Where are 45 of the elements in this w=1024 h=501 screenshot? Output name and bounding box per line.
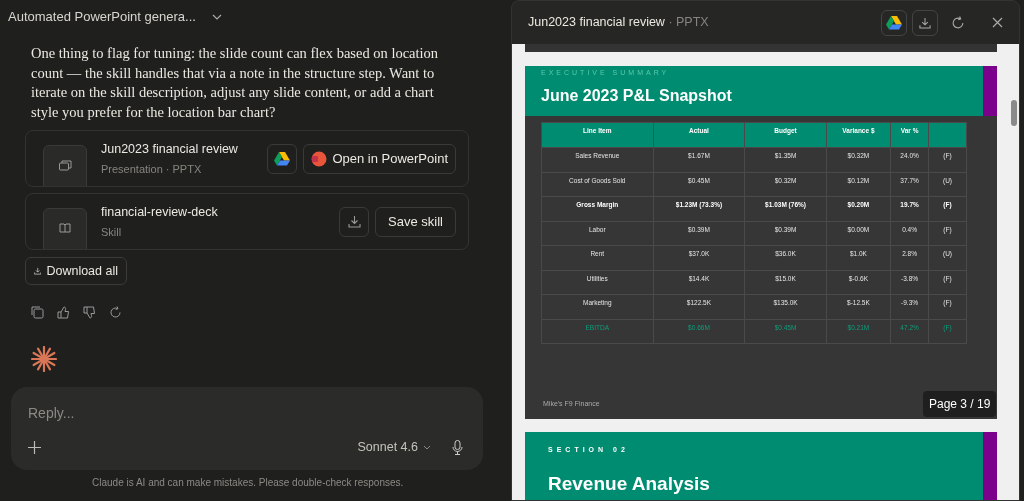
file-name: financial-review-deck <box>101 203 219 221</box>
reply-box[interactable]: Reply... Sonnet 4.6 <box>11 387 483 470</box>
page-indicator: Page 3 / 19 <box>923 391 997 417</box>
thumbs-down-icon[interactable] <box>83 306 96 319</box>
scrollbar[interactable] <box>1011 100 1017 126</box>
file-card[interactable]: Jun2023 financial review Presentation · PPTX Open in PowerPoint <box>25 130 469 187</box>
retry-icon[interactable] <box>109 306 122 319</box>
download-button[interactable] <box>912 9 938 36</box>
disclaimer-text: Claude is AI and can make mistakes. Please double-check responses. <box>92 476 405 490</box>
reply-field[interactable]: Reply... <box>28 403 466 424</box>
chevron-down-icon <box>423 444 431 450</box>
slide-title: June 2023 P&L Snapshot <box>541 85 733 106</box>
download-icon <box>919 16 931 29</box>
accent-strip <box>983 432 997 500</box>
model-selector[interactable]: Sonnet 4.6 <box>357 438 431 457</box>
message-text: One thing to flag for tuning: the slide count can flex based on location count — the skill handles that via a note in the structure step. Want to iterate on the skill description, adjust any slide content, or add a chart style you prefer for the location bar chart? <box>31 44 440 122</box>
book-icon <box>59 222 71 233</box>
download-icon <box>34 265 42 277</box>
thumbs-up-icon[interactable] <box>57 306 70 319</box>
drive-icon <box>886 15 902 30</box>
plus-icon[interactable] <box>28 440 41 454</box>
drive-button[interactable] <box>267 143 298 174</box>
drive-button[interactable] <box>881 9 907 36</box>
file-name: Jun2023 financial review <box>101 140 239 158</box>
accent-strip <box>983 66 997 116</box>
download-button[interactable] <box>339 206 370 237</box>
preview-title: Jun2023 financial review · PPTX <box>528 14 709 32</box>
refresh-icon[interactable] <box>951 15 965 30</box>
slide-title: Revenue Analysis <box>548 471 711 496</box>
save-skill-button[interactable]: Save skill <box>375 206 456 237</box>
download-icon <box>347 215 361 228</box>
drive-icon <box>274 151 291 166</box>
powerpoint-icon <box>311 150 328 167</box>
chevron-down-icon[interactable] <box>211 14 222 20</box>
copy-icon[interactable] <box>31 306 44 319</box>
microphone-icon[interactable] <box>452 439 463 455</box>
file-card[interactable]: financial-review-deck Skill Save skill <box>25 193 469 250</box>
starburst-icon <box>31 346 57 372</box>
file-type: Presentation · PPTX <box>101 161 203 177</box>
file-type: Skill <box>101 224 123 240</box>
slides-icon <box>58 159 72 171</box>
download-all-button[interactable]: Download all <box>25 257 127 285</box>
close-icon[interactable] <box>992 17 1003 28</box>
open-button[interactable]: Open in PowerPoint <box>303 143 456 174</box>
chat-title: Automated PowerPoint genera... <box>8 8 196 27</box>
